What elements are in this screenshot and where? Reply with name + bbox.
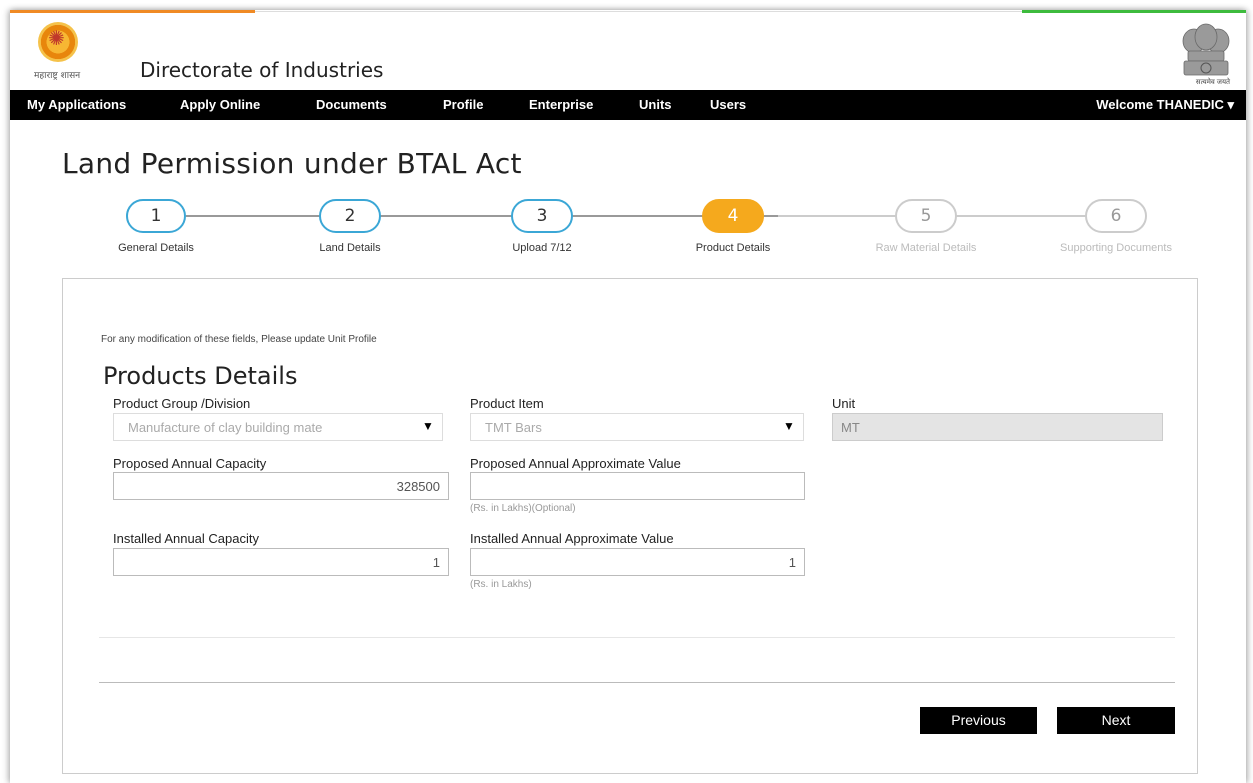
proposed-value-label: Proposed Annual Approximate Value <box>470 456 681 471</box>
unit-label: Unit <box>832 396 856 411</box>
nav-enterprise[interactable]: Enterprise <box>529 97 593 112</box>
proposed-capacity-label: Proposed Annual Capacity <box>113 456 267 471</box>
seal-emblem-icon: ✺ <box>48 28 65 50</box>
user-menu[interactable]: Welcome THANEDIC ▾ <box>1096 97 1234 113</box>
nav-documents[interactable]: Documents <box>316 97 387 112</box>
product-group-value: Manufacture of clay building mate <box>128 420 323 435</box>
installed-capacity-input[interactable]: 1 <box>113 548 449 576</box>
page-title: Land Permission under BTAL Act <box>62 147 522 180</box>
product-group-select[interactable]: Manufacture of clay building mate ▼ <box>113 413 443 441</box>
emblem-caption: सत्यमेव जयते <box>1195 79 1230 86</box>
step-5-circle[interactable]: 5 <box>895 199 957 233</box>
step-1-label: General Details <box>118 242 194 254</box>
nav-my-applications[interactable]: My Applications <box>27 97 126 112</box>
seal-caption: महाराष्ट्र शासन <box>34 71 81 81</box>
modification-note: For any modification of these fields, Pl… <box>101 334 377 345</box>
product-item-select[interactable]: TMT Bars ▼ <box>470 413 804 441</box>
proposed-value-input[interactable] <box>470 472 805 500</box>
site-header: ✺ महाराष्ट्र शासन Directorate of Industr… <box>10 13 1246 90</box>
installed-value-input[interactable]: 1 <box>470 548 805 576</box>
nav-profile[interactable]: Profile <box>443 97 483 112</box>
previous-button[interactable]: Previous <box>920 707 1037 734</box>
step-6-label: Supporting Documents <box>1060 242 1172 254</box>
step-3-label: Upload 7/12 <box>512 242 572 254</box>
chevron-down-icon: ▼ <box>783 419 795 433</box>
next-button[interactable]: Next <box>1057 707 1175 734</box>
product-item-value: TMT Bars <box>485 420 542 435</box>
nav-apply-online[interactable]: Apply Online <box>180 97 260 112</box>
installed-value-label: Installed Annual Approximate Value <box>470 531 674 546</box>
installed-value-hint: (Rs. in Lakhs) <box>470 579 532 590</box>
step-2-label: Land Details <box>319 242 381 254</box>
top-accent-grey <box>255 11 1022 12</box>
proposed-value-hint: (Rs. in Lakhs)(Optional) <box>470 503 576 514</box>
chevron-down-icon: ▼ <box>422 419 434 433</box>
step-6-circle[interactable]: 6 <box>1085 199 1147 233</box>
product-details-card: For any modification of these fields, Pl… <box>62 278 1198 774</box>
product-item-label: Product Item <box>470 396 544 411</box>
proposed-capacity-input[interactable]: 328500 <box>113 472 449 500</box>
main-navbar: My Applications Apply Online Documents P… <box>10 90 1246 120</box>
step-1-circle[interactable]: 1 <box>126 199 186 233</box>
step-2-circle[interactable]: 2 <box>319 199 381 233</box>
step-4-circle[interactable]: 4 <box>702 199 764 233</box>
step-4-label: Product Details <box>695 242 771 254</box>
nav-users[interactable]: Users <box>710 97 746 112</box>
app-window: ✺ महाराष्ट्र शासन Directorate of Industr… <box>10 10 1246 783</box>
step-3-circle[interactable]: 3 <box>511 199 573 233</box>
nav-units[interactable]: Units <box>639 97 672 112</box>
stepper-track-done <box>186 215 778 217</box>
section-title: Products Details <box>103 362 298 390</box>
section-divider <box>99 637 1175 638</box>
site-title: Directorate of Industries <box>140 58 384 82</box>
step-5-label: Raw Material Details <box>875 242 977 254</box>
product-group-label: Product Group /Division <box>113 396 251 411</box>
installed-capacity-label: Installed Annual Capacity <box>113 531 259 546</box>
footer-divider <box>99 682 1175 683</box>
unit-field: MT <box>832 413 1163 441</box>
